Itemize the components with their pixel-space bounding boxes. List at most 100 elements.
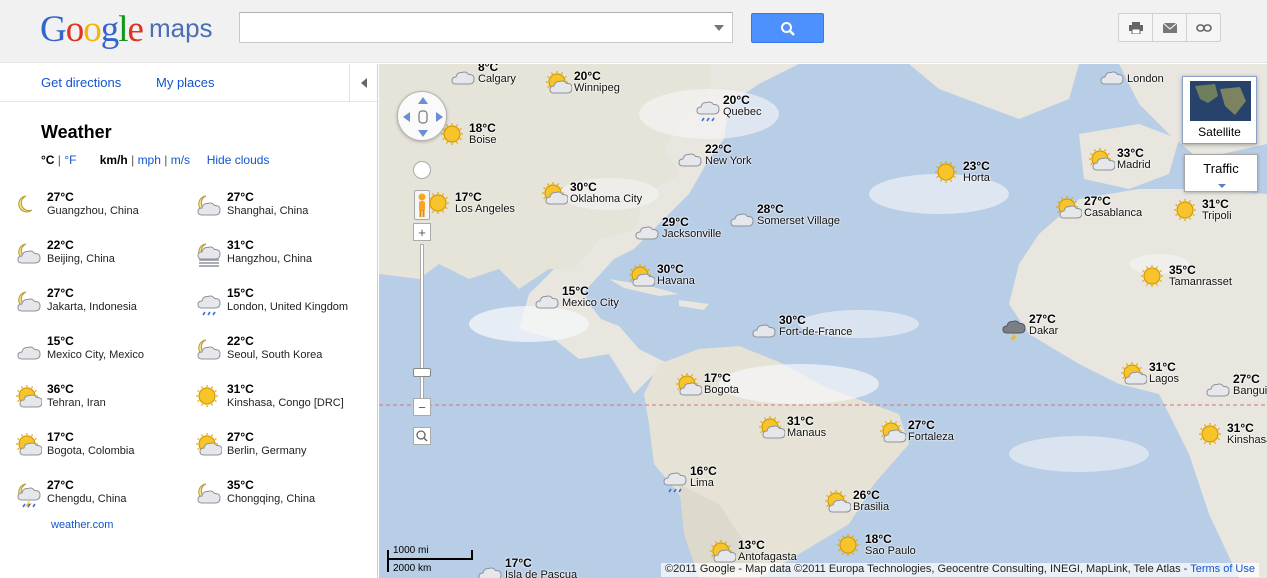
search-input[interactable] bbox=[240, 13, 700, 42]
marker-city: Bangui bbox=[1233, 385, 1267, 397]
toolbar bbox=[1118, 13, 1221, 42]
city-weather-item[interactable]: 17°C Bogota, Colombia bbox=[16, 428, 191, 468]
marker-temp: 27°C bbox=[908, 418, 935, 432]
zoom-slider-handle[interactable] bbox=[413, 368, 431, 377]
weather-moon-cloud-icon bbox=[196, 193, 222, 219]
marker-temp: 17°C bbox=[704, 371, 731, 385]
magnifier-icon bbox=[416, 430, 428, 442]
map-scale: 1000 mi 2000 km bbox=[387, 544, 477, 576]
marker-city: Bogota bbox=[704, 384, 739, 396]
weather-cloud-icon bbox=[450, 64, 476, 88]
marker-temp: 31°C bbox=[1149, 360, 1176, 374]
unit-mph-link[interactable]: mph bbox=[138, 153, 161, 167]
pan-control[interactable] bbox=[397, 91, 447, 141]
city-weather-item[interactable]: 15°C London, United Kingdom bbox=[196, 284, 371, 324]
traffic-label: Traffic bbox=[1203, 161, 1239, 176]
marker-temp: 18°C bbox=[865, 532, 892, 546]
city-name: Jakarta, Indonesia bbox=[47, 301, 137, 313]
unit-fahrenheit-link[interactable]: °F bbox=[64, 153, 76, 167]
city-temp: 31°C bbox=[227, 382, 254, 396]
weather-cloud-icon bbox=[634, 217, 660, 243]
city-name: Chengdu, China bbox=[47, 493, 127, 505]
satellite-toggle[interactable]: Satellite bbox=[1182, 76, 1257, 144]
weather-sun-icon bbox=[1174, 199, 1200, 225]
weather-moon-icon bbox=[16, 193, 42, 219]
hide-clouds-link[interactable]: Hide clouds bbox=[207, 153, 270, 167]
search-box bbox=[239, 12, 733, 43]
city-name: Bogota, Colombia bbox=[47, 445, 135, 457]
my-places-link[interactable]: My places bbox=[156, 75, 215, 90]
weather-sun-cloud-icon bbox=[546, 71, 573, 97]
city-temp: 36°C bbox=[47, 382, 74, 396]
street-view-pegman[interactable] bbox=[414, 190, 430, 220]
marker-temp: 29°C bbox=[662, 215, 689, 229]
city-weather-item[interactable]: 36°C Tehran, Iran bbox=[16, 380, 191, 420]
collapse-panel-button[interactable] bbox=[349, 64, 377, 102]
get-directions-link[interactable]: Get directions bbox=[41, 75, 121, 90]
city-weather-item[interactable]: 27°C Guangzhou, China bbox=[16, 188, 191, 228]
city-temp: 17°C bbox=[47, 430, 74, 444]
email-button[interactable] bbox=[1152, 13, 1187, 42]
marker-city: Horta bbox=[963, 172, 990, 184]
weather-sun-icon bbox=[427, 192, 453, 218]
city-weather-item[interactable]: 27°C Chengdu, China bbox=[16, 476, 191, 516]
marker-temp: 27°C bbox=[1029, 312, 1056, 326]
city-name: Shanghai, China bbox=[227, 205, 309, 217]
logo-maps: maps bbox=[148, 13, 213, 43]
link-button[interactable] bbox=[1186, 13, 1221, 42]
marker-city: Calgary bbox=[478, 73, 516, 85]
unit-ms-link[interactable]: m/s bbox=[171, 153, 190, 167]
marker-temp: 30°C bbox=[570, 180, 597, 194]
marker-city: Boise bbox=[469, 134, 497, 146]
search-dropdown-icon[interactable] bbox=[714, 25, 724, 31]
city-name: London, United Kingdom bbox=[227, 301, 349, 313]
city-weather-item[interactable]: 27°C Shanghai, China bbox=[196, 188, 371, 228]
city-name: Kinshasa, Congo [DRC] bbox=[227, 397, 344, 409]
weather-cloud-icon bbox=[477, 558, 503, 578]
weather-sun-icon bbox=[1199, 423, 1225, 449]
panel-title: Weather bbox=[41, 122, 112, 142]
marker-temp: 22°C bbox=[705, 142, 732, 156]
city-weather-item[interactable]: 22°C Beijing, China bbox=[16, 236, 191, 276]
search-button[interactable] bbox=[751, 13, 824, 43]
weather-sun-cloud-icon bbox=[16, 433, 43, 459]
weather-cloud-icon bbox=[751, 315, 777, 341]
google-maps-logo[interactable]: Google maps bbox=[40, 8, 213, 51]
marker-temp: 27°C bbox=[1233, 372, 1260, 386]
print-button[interactable] bbox=[1118, 13, 1153, 42]
city-weather-item[interactable]: 15°C Mexico City, Mexico bbox=[16, 332, 191, 372]
hand-icon bbox=[403, 97, 443, 137]
unit-celsius: °C bbox=[41, 153, 55, 167]
city-weather-item[interactable]: 27°C Berlin, Germany bbox=[196, 428, 371, 468]
reset-view-button[interactable] bbox=[413, 161, 431, 179]
city-weather-item[interactable]: 27°C Jakarta, Indonesia bbox=[16, 284, 191, 324]
city-weather-item[interactable]: 35°C Chongqing, China bbox=[196, 476, 371, 516]
city-temp: 27°C bbox=[47, 478, 74, 492]
map-copyright: ©2011 Google - Map data ©2011 Europa Tec… bbox=[661, 563, 1259, 577]
zoom-box-button[interactable] bbox=[413, 427, 431, 445]
terms-of-use-link[interactable]: Terms of Use bbox=[1190, 563, 1255, 575]
weather-cloud-icon bbox=[16, 337, 42, 363]
city-weather-item[interactable]: 22°C Seoul, South Korea bbox=[196, 332, 371, 372]
marker-city: Madrid bbox=[1117, 159, 1151, 171]
zoom-in-button[interactable]: + bbox=[413, 223, 431, 241]
city-name: Guangzhou, China bbox=[47, 205, 139, 217]
city-weather-item[interactable]: 31°C Kinshasa, Congo [DRC] bbox=[196, 380, 371, 420]
weather-rain-icon bbox=[695, 95, 721, 122]
pegman-icon bbox=[418, 193, 426, 217]
zoom-out-button[interactable]: − bbox=[413, 398, 431, 416]
marker-temp: 27°C bbox=[1084, 194, 1111, 208]
weather-moon-cloud-icon bbox=[16, 289, 42, 315]
weather-com-link[interactable]: weather.com bbox=[51, 519, 113, 531]
side-panel: Get directions My places Weather °C | °F… bbox=[0, 64, 378, 578]
weather-moon-cloud-icon bbox=[16, 241, 42, 267]
marker-city: Havana bbox=[657, 275, 695, 287]
traffic-toggle[interactable]: Traffic bbox=[1184, 154, 1258, 192]
weather-moon-fog-icon bbox=[196, 241, 222, 267]
weather-sun-cloud-icon bbox=[759, 416, 786, 442]
chevron-left-icon bbox=[360, 78, 367, 88]
marker-city: New York bbox=[705, 155, 752, 167]
city-weather-item[interactable]: 31°C Hangzhou, China bbox=[196, 236, 371, 276]
weather-cloud-icon bbox=[534, 286, 560, 312]
map-view[interactable]: 8°C Calgary 20°C Winnipeg 20°C Quebec 18… bbox=[379, 64, 1267, 578]
